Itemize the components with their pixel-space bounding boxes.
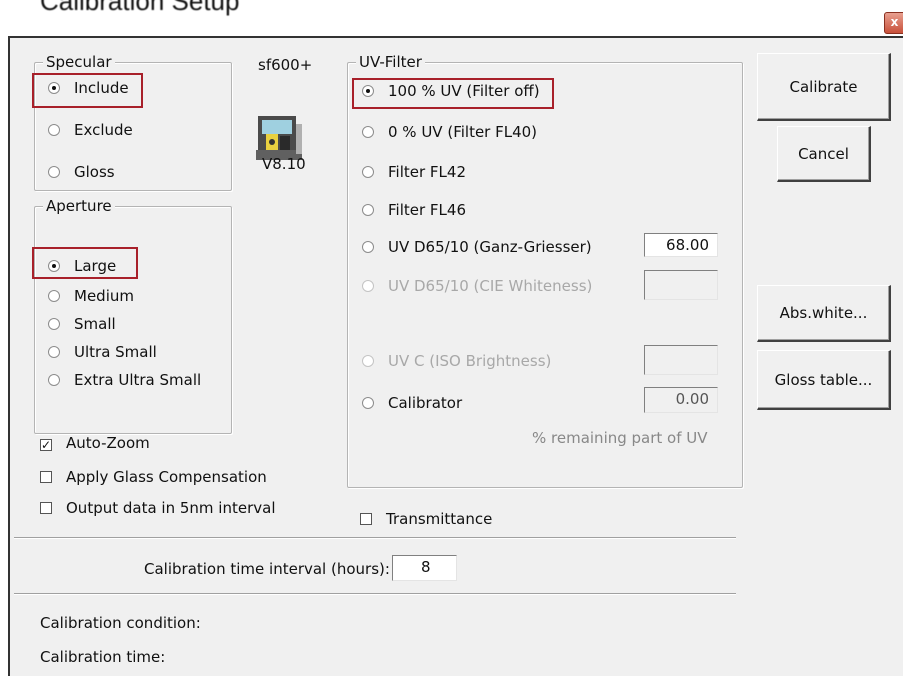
output-5nm-label: Output data in 5nm interval (66, 499, 276, 517)
title-bar: Calibration Setup x (0, 0, 903, 36)
calibration-dialog: Specular Include Exclude Gloss sf600+ V8… (8, 36, 903, 676)
radio-icon (362, 355, 374, 367)
calibrator-value-field[interactable]: 0.00 (644, 387, 718, 413)
separator-upper (14, 537, 736, 539)
radio-icon (48, 346, 60, 358)
close-icon: x (890, 15, 899, 29)
checkbox-icon (40, 502, 52, 514)
uv-fl42-radio[interactable]: Filter FL42 (362, 163, 466, 181)
uv-calibrator-label: Calibrator (388, 394, 463, 412)
highlight-aperture-large (32, 247, 138, 279)
uv-c-iso-brightness-radio[interactable]: UV C (ISO Brightness) (362, 352, 551, 370)
uv-ganz-griesser-label: UV D65/10 (Ganz-Griesser) (388, 238, 592, 256)
radio-icon (362, 166, 374, 178)
aperture-extra-ultra-small-radio[interactable]: Extra Ultra Small (48, 371, 201, 389)
uv-calibrator-radio[interactable]: Calibrator (362, 394, 462, 412)
radio-icon (48, 166, 60, 178)
specular-gloss-label: Gloss (74, 163, 115, 181)
aperture-small-radio[interactable]: Small (48, 315, 116, 333)
interval-label: Calibration time interval (hours): (144, 560, 390, 578)
glass-compensation-checkbox[interactable]: Apply Glass Compensation (40, 468, 267, 486)
uv-0-label: 0 % UV (Filter FL40) (388, 123, 538, 141)
transmittance-checkbox[interactable]: Transmittance (360, 510, 492, 528)
auto-zoom-label: Auto-Zoom (66, 434, 150, 452)
radio-icon (48, 290, 60, 302)
uv-filter-group-title: UV-Filter (356, 53, 425, 71)
auto-zoom-checkbox[interactable]: ✓ Auto-Zoom (40, 434, 150, 452)
calibration-condition-label: Calibration condition: (40, 614, 201, 632)
glass-compensation-label: Apply Glass Compensation (66, 468, 267, 486)
checkbox-icon (40, 471, 52, 483)
uv-ganz-griesser-radio[interactable]: UV D65/10 (Ganz-Griesser) (362, 238, 592, 256)
aperture-medium-label: Medium (74, 287, 134, 305)
radio-icon (362, 397, 374, 409)
specular-group-title: Specular (43, 53, 115, 71)
radio-icon (48, 374, 60, 386)
uv-c-iso-brightness-label: UV C (ISO Brightness) (388, 352, 552, 370)
checkmark-icon: ✓ (40, 438, 52, 452)
uv-0-radio[interactable]: 0 % UV (Filter FL40) (362, 123, 537, 141)
transmittance-label: Transmittance (386, 510, 493, 528)
aperture-ultra-small-radio[interactable]: Ultra Small (48, 343, 157, 361)
uv-cie-whiteness-radio[interactable]: UV D65/10 (CIE Whiteness) (362, 277, 592, 295)
specular-gloss-radio[interactable]: Gloss (48, 163, 115, 181)
highlight-uv-100 (352, 78, 554, 109)
uv-fl42-label: Filter FL42 (388, 163, 466, 181)
checkbox-icon (360, 513, 372, 525)
aperture-ultra-small-label: Ultra Small (74, 343, 157, 361)
radio-icon (48, 124, 60, 136)
close-button[interactable]: x (884, 12, 903, 34)
highlight-specular-include (32, 73, 143, 108)
iso-brightness-value-field[interactable] (644, 345, 718, 375)
aperture-extra-ultra-small-label: Extra Ultra Small (74, 371, 202, 389)
aperture-medium-radio[interactable]: Medium (48, 287, 134, 305)
uv-cie-whiteness-label: UV D65/10 (CIE Whiteness) (388, 277, 593, 295)
window-title: Calibration Setup (40, 0, 240, 16)
ganz-griesser-value-field[interactable]: 68.00 (644, 233, 718, 257)
calibrate-button[interactable]: Calibrate (757, 53, 891, 121)
specular-exclude-radio[interactable]: Exclude (48, 121, 133, 139)
uv-fl46-radio[interactable]: Filter FL46 (362, 201, 466, 219)
radio-icon (48, 318, 60, 330)
instrument-model: sf600+ (258, 56, 313, 74)
output-5nm-checkbox[interactable]: Output data in 5nm interval (40, 499, 276, 517)
radio-icon (362, 204, 374, 216)
specular-exclude-label: Exclude (74, 121, 133, 139)
radio-icon (362, 126, 374, 138)
cancel-button[interactable]: Cancel (777, 126, 871, 182)
radio-icon (362, 241, 374, 253)
aperture-group-title: Aperture (43, 197, 115, 215)
cie-whiteness-value-field[interactable] (644, 270, 718, 300)
abs-white-button[interactable]: Abs.white... (757, 285, 891, 342)
aperture-small-label: Small (74, 315, 116, 333)
gloss-table-button[interactable]: Gloss table... (757, 350, 891, 410)
interval-input[interactable]: 8 (392, 555, 457, 581)
calibration-time-label: Calibration time: (40, 648, 166, 666)
instrument-version: V8.10 (262, 155, 306, 173)
uv-remaining-note: % remaining part of UV (532, 429, 708, 447)
radio-icon (362, 280, 374, 292)
separator-lower (14, 593, 736, 595)
uv-fl46-label: Filter FL46 (388, 201, 466, 219)
